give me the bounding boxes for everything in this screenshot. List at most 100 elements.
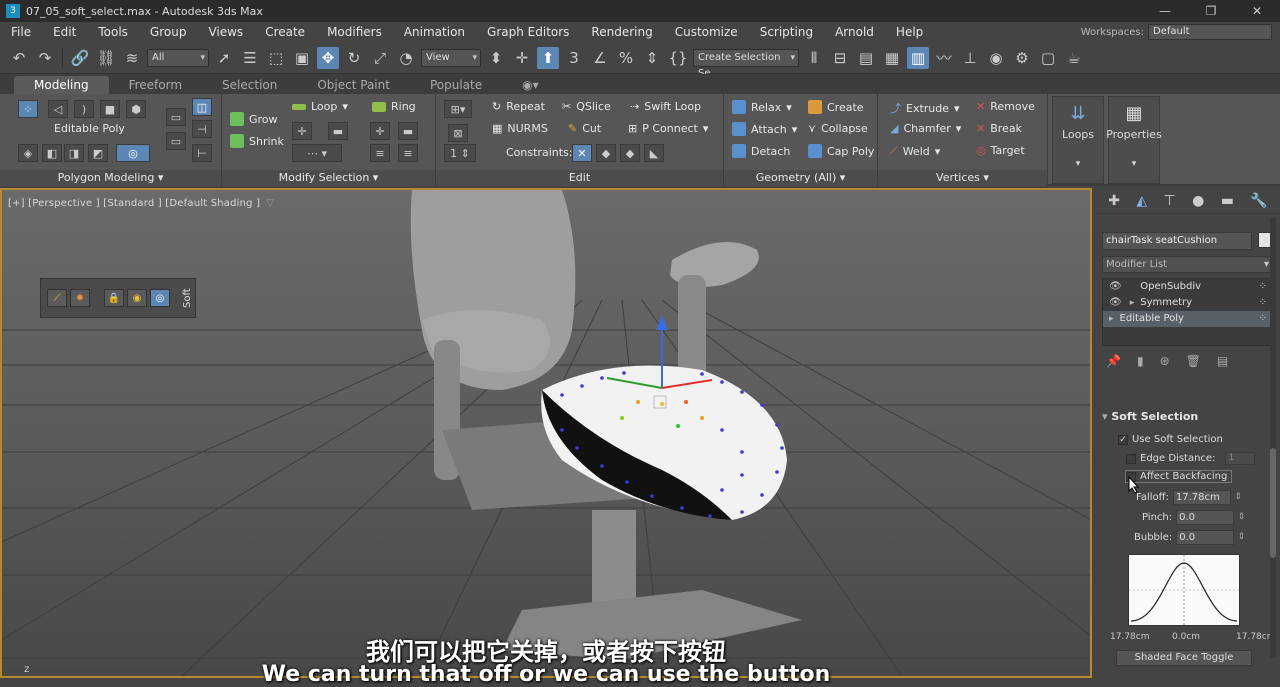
remove-button[interactable]: ✕ Remove [976,100,1035,113]
panel-title-vertices[interactable]: Vertices ▾ [878,170,1047,186]
percent-snap-icon[interactable]: % [615,47,637,69]
menu-create[interactable]: Create [254,25,316,39]
link-icon[interactable]: 🔗 [69,47,91,69]
rendered-frame-icon[interactable]: ▢ [1037,47,1059,69]
layers-icon[interactable]: ▤ [855,47,877,69]
menu-animation[interactable]: Animation [393,25,476,39]
ring-mode2-icon[interactable]: ≡ [398,144,418,162]
soft-selection-icon[interactable]: ◎ [116,144,150,162]
menu-file[interactable]: File [0,25,42,39]
constraints-spinner[interactable]: 1 ⇕ [444,144,476,162]
lock-soft-selection-icon[interactable]: 🔒 [104,289,124,307]
blur-brush-icon[interactable]: ✸ [70,289,90,307]
relax-button[interactable]: Relax ▾ [732,100,792,114]
align-icon[interactable]: ⊟ [829,47,851,69]
select-object-icon[interactable]: ➚ [213,47,235,69]
window-crossing-icon[interactable]: ▣ [291,47,313,69]
panel-title-modify-selection[interactable]: Modify Selection ▾ [222,170,435,186]
expand-icon[interactable]: ▸ [1109,314,1114,324]
ring-shrink-icon[interactable]: ▬ [398,122,418,140]
tab-modeling[interactable]: Modeling [14,76,109,94]
ribbon-options-icon[interactable]: ◉▾ [502,76,559,94]
properties-button[interactable]: ▦ Properties ▾ [1106,96,1162,184]
shrink-button[interactable]: Shrink [230,134,284,148]
qslice-button[interactable]: ✂ QSlice [562,100,611,113]
pinch-spinner[interactable]: Pinch: 0.0 [1142,510,1245,525]
menu-graph-editors[interactable]: Graph Editors [476,25,580,39]
pin-stack-icon[interactable]: ⊣ [192,120,212,138]
tab-object-paint[interactable]: Object Paint [297,76,410,94]
snap-icon[interactable]: 3 [563,47,585,69]
target-button[interactable]: ◎ Target [976,144,1025,157]
next-modifier-icon[interactable]: ▭ [166,132,186,150]
pin-stack-icon[interactable]: 📌 [1106,354,1121,368]
shaded-face-icon[interactable]: ◉ [127,289,147,307]
rect-selection-icon[interactable]: ⬚ [265,47,287,69]
scale-icon[interactable]: ⤢ [369,47,391,69]
menu-modifiers[interactable]: Modifiers [316,25,393,39]
expand-icon[interactable]: ▸ [1130,298,1135,308]
object-name-field[interactable]: chairTask seatCushion [1102,232,1252,250]
loop-button[interactable]: Loop ▾ [292,100,348,113]
edge-distance-checkbox[interactable]: Edge Distance: 1 [1126,452,1256,465]
loop-shrink-icon[interactable]: ▬ [328,122,348,140]
stack-item-symmetry[interactable]: 👁 ▸ Symmetry ⁘ [1103,295,1273,311]
ring-button[interactable]: Ring [372,100,416,113]
preserve-uvs-icon[interactable]: ⊞▾ [444,100,472,118]
motion-tab-icon[interactable]: ● [1192,193,1204,209]
paint-soft-selection-icon[interactable]: ⟋ [47,289,67,307]
weld-button[interactable]: ⟋ Weld ▾ [890,144,940,158]
redo-icon[interactable]: ↷ [34,47,56,69]
shaded-face-toggle-button[interactable]: Shaded Face Toggle [1116,650,1252,666]
collapse-button[interactable]: ⋎ Collapse [808,122,868,135]
ref-coord-dropdown[interactable]: View [421,48,481,67]
loop-grow-icon[interactable]: ✛ [292,122,312,140]
panel-title-polygon-modeling[interactable]: Polygon Modeling ▾ [0,170,221,186]
cut-button[interactable]: ✎ Cut [568,122,601,135]
manipulate-icon[interactable]: ✛ [511,47,533,69]
border-mode-icon[interactable]: ) [74,100,94,118]
use-displace-icon[interactable]: ◧ [42,144,62,162]
show-end-result-icon[interactable]: ▮ [1137,354,1144,368]
ring-mode-icon[interactable]: ≡ [370,144,390,162]
ring-grow-icon[interactable]: ✛ [370,122,390,140]
polygon-mode-icon[interactable]: ■ [100,100,120,118]
chamfer-button[interactable]: ◢ Chamfer ▾ [890,122,961,135]
detach-button[interactable]: Detach [732,144,790,158]
place-icon[interactable]: ◔ [395,47,417,69]
soft-selection-toggle-icon[interactable]: ◎ [150,289,170,307]
show-end-result-icon[interactable]: ◨ [64,144,84,162]
bind-spacewarp-icon[interactable]: ≋ [121,47,143,69]
menu-group[interactable]: Group [139,25,198,39]
vertex-mode-icon[interactable]: ⁘ [18,100,38,118]
close-icon[interactable]: ✕ [1234,0,1280,22]
p-connect-button[interactable]: ⊞ P Connect ▾ [628,122,708,135]
eye-icon[interactable]: 👁 [1109,297,1122,308]
constraint-edge-icon[interactable]: ◆ [596,144,616,162]
material-editor-icon[interactable]: ◉ [985,47,1007,69]
undo-icon[interactable]: ↶ [8,47,30,69]
menu-tools[interactable]: Tools [87,25,139,39]
swift-loop-button[interactable]: ⇢ Swift Loop [630,100,701,113]
element-mode-icon[interactable]: ⬢ [126,100,146,118]
constraint-none-icon[interactable]: ✕ [572,144,592,162]
falloff-spinner[interactable]: Falloff: 17.78cm [1136,490,1242,505]
unlink-icon[interactable]: ⛓ [95,47,117,69]
create-button[interactable]: Create [808,100,864,114]
attach-button[interactable]: Attach ▾ [732,122,797,136]
render-icon[interactable]: ☕ [1063,47,1085,69]
constraint-face-icon[interactable]: ◆ [620,144,640,162]
modify-mode-icon[interactable]: ◈ [18,144,38,162]
menu-help[interactable]: Help [885,25,934,39]
select-by-name-icon[interactable]: ☰ [239,47,261,69]
edge-mode-icon[interactable]: ◁ [48,100,68,118]
menu-views[interactable]: Views [197,25,254,39]
viewport-label[interactable]: [+] [Perspective ] [Standard ] [Default … [8,198,274,209]
loop-mode-icon[interactable]: ⋯ ▾ [292,144,342,162]
move-icon[interactable]: ✥ [317,46,339,69]
display-tab-icon[interactable]: ▬ [1221,193,1234,209]
edit-named-sel-icon[interactable]: {} [667,47,689,69]
remove-modifier-icon[interactable]: 🗑 [1186,354,1201,368]
menu-arnold[interactable]: Arnold [824,25,885,39]
stack-item-editable-poly[interactable]: ▸ Editable Poly ⁘ [1103,311,1273,327]
